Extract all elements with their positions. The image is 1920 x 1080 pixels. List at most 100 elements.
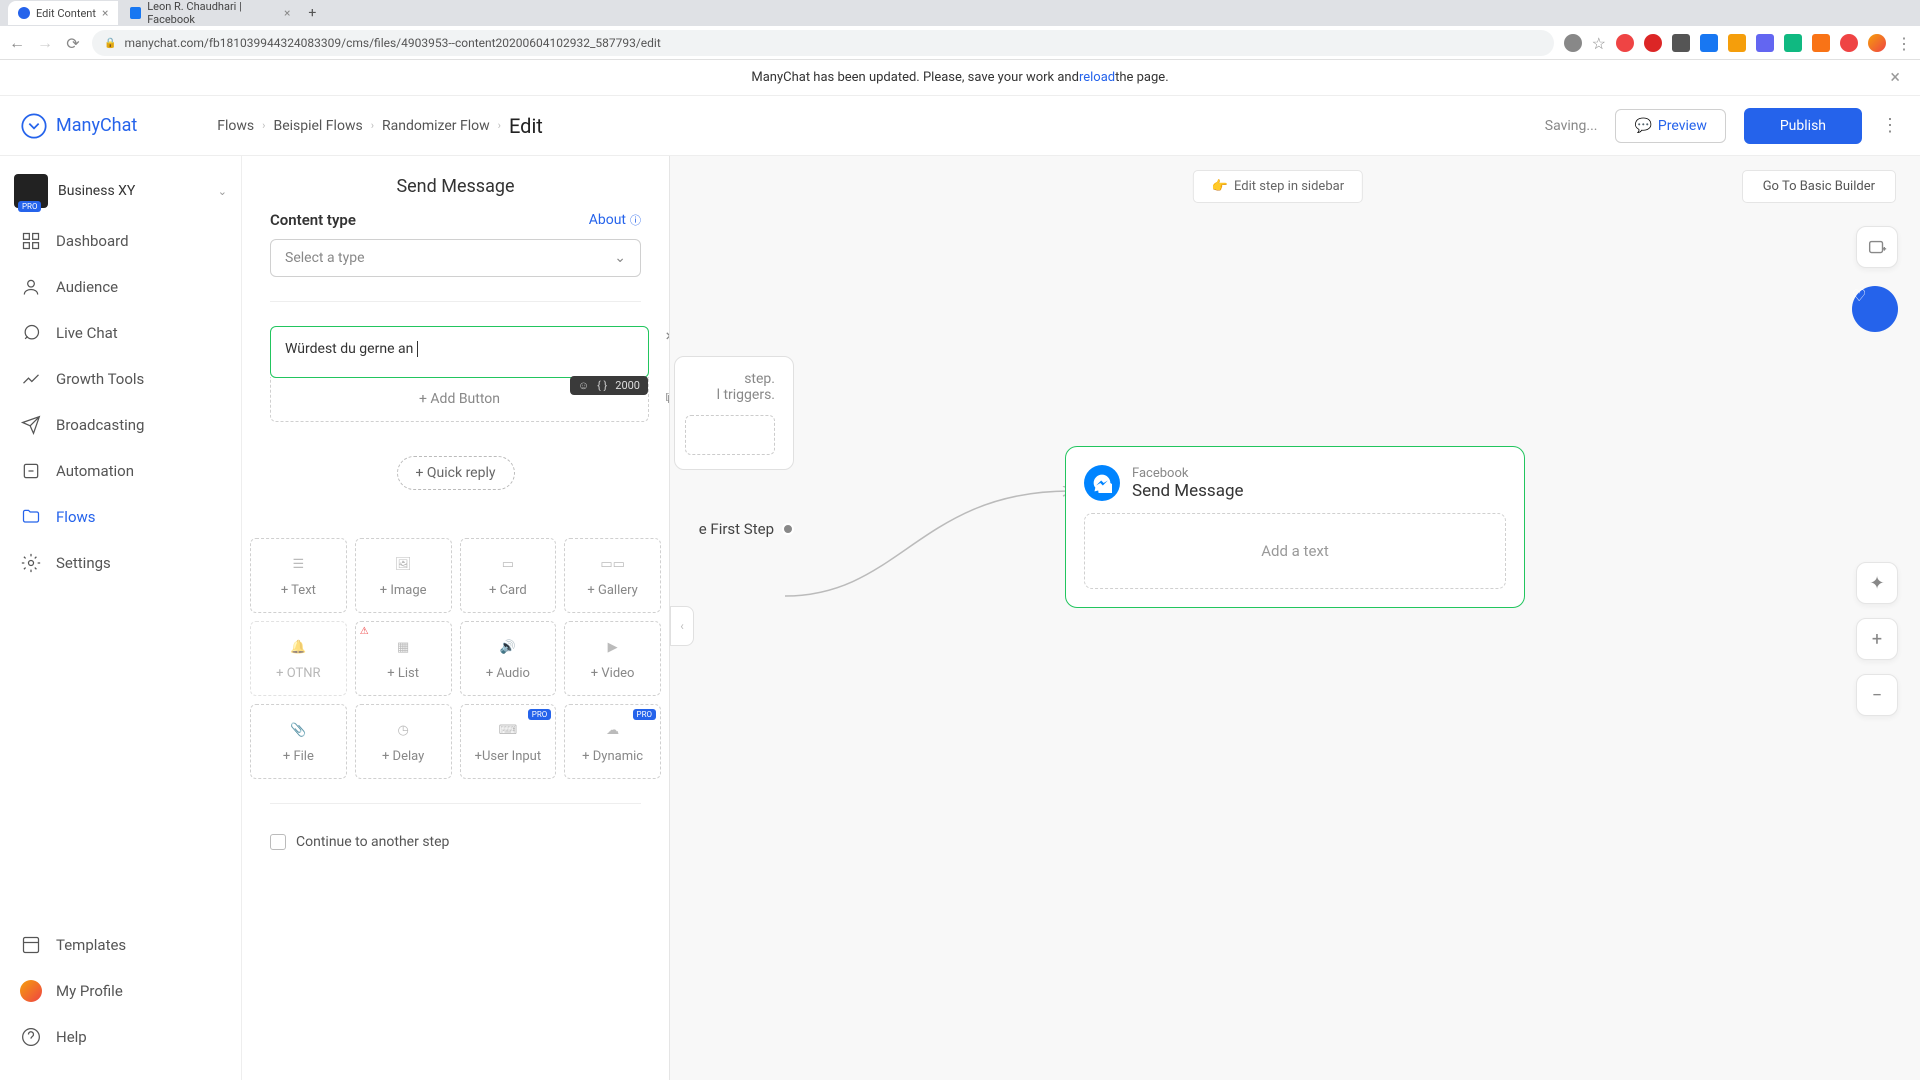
- node-text-placeholder[interactable]: Add a text: [1084, 513, 1506, 589]
- emoji-icon[interactable]: ☺: [578, 379, 589, 392]
- continue-checkbox[interactable]: [270, 834, 286, 850]
- sidebar-item-audience[interactable]: Audience: [0, 264, 241, 310]
- sidebar-item-dashboard[interactable]: Dashboard: [0, 218, 241, 264]
- nav-label: My Profile: [56, 982, 123, 1000]
- forward-button[interactable]: →: [36, 34, 54, 52]
- ext-icon[interactable]: [1784, 34, 1802, 52]
- canvas[interactable]: 👉 Edit step in sidebar Go To Basic Build…: [670, 156, 1920, 1080]
- close-icon[interactable]: ×: [1890, 67, 1900, 88]
- favorite-button[interactable]: ♡: [1852, 286, 1898, 332]
- resize-icon[interactable]: ⇕: [666, 357, 670, 376]
- content-type-select[interactable]: Select a type ⌄: [270, 239, 641, 277]
- back-button[interactable]: ←: [8, 34, 26, 52]
- breadcrumb-item[interactable]: Flows: [217, 118, 254, 134]
- message-icon: 💬: [1634, 118, 1651, 134]
- ext-icon[interactable]: [1812, 34, 1830, 52]
- chevron-right-icon: ›: [498, 119, 501, 132]
- ghost-line: step.: [681, 371, 775, 387]
- avatar-icon: [20, 980, 42, 1002]
- ext-icon[interactable]: [1616, 34, 1634, 52]
- chevron-down-icon: ⌄: [614, 250, 626, 266]
- account-switcher[interactable]: PRO Business XY ⌄: [0, 164, 241, 218]
- send-message-node[interactable]: Facebook Send Message Add a text: [1065, 446, 1525, 608]
- placeholder-text: Add a text: [1261, 542, 1329, 560]
- block-list[interactable]: ⚠▦+ List: [355, 621, 452, 696]
- start-node-partial[interactable]: step. l triggers. e First Step: [674, 356, 794, 538]
- go-basic-button[interactable]: Go To Basic Builder: [1742, 170, 1896, 203]
- zoom-out-button[interactable]: −: [1856, 674, 1898, 716]
- breadcrumb-item[interactable]: Randomizer Flow: [382, 118, 490, 134]
- breadcrumb-item[interactable]: Beispiel Flows: [273, 118, 362, 134]
- block-file[interactable]: 📎+ File: [250, 704, 347, 779]
- block-text[interactable]: ☰+ Text: [250, 538, 347, 613]
- block-gallery[interactable]: ▭▭+ Gallery: [564, 538, 661, 613]
- publish-button[interactable]: Publish: [1744, 108, 1862, 144]
- sidebar-item-templates[interactable]: Templates: [0, 922, 241, 968]
- variable-icon[interactable]: { }: [597, 379, 607, 392]
- sidebar-item-growth[interactable]: Growth Tools: [0, 356, 241, 402]
- sidebar-item-automation[interactable]: Automation: [0, 448, 241, 494]
- connector-line: [780, 486, 1080, 606]
- preview-button[interactable]: 💬 Preview: [1615, 109, 1725, 143]
- menu-icon[interactable]: ⋮: [1896, 34, 1912, 53]
- sidebar-item-livechat[interactable]: Live Chat: [0, 310, 241, 356]
- ext-icon[interactable]: [1728, 34, 1746, 52]
- more-button[interactable]: ⋮: [1880, 115, 1900, 136]
- ext-icon[interactable]: [1644, 34, 1662, 52]
- block-video[interactable]: ▶+ Video: [564, 621, 661, 696]
- block-dynamic[interactable]: PRO☁+ Dynamic: [564, 704, 661, 779]
- pro-badge: PRO: [528, 709, 551, 720]
- add-button-label: + Add Button: [419, 391, 500, 407]
- delete-icon[interactable]: ×: [666, 326, 670, 345]
- browser-tab-inactive[interactable]: Leon R. Chaudhari | Facebook ×: [120, 1, 300, 25]
- magic-button[interactable]: ✦: [1856, 562, 1898, 604]
- avatar-icon[interactable]: [1868, 34, 1886, 52]
- dashboard-icon: [20, 230, 42, 252]
- chevron-right-icon: ›: [262, 119, 265, 132]
- ext-icon[interactable]: [1672, 34, 1690, 52]
- brand-logo[interactable]: ManyChat: [20, 112, 137, 140]
- node-output-port[interactable]: [782, 523, 794, 535]
- block-userinput[interactable]: PRO⌨+User Input: [460, 704, 557, 779]
- tab-title: Leon R. Chaudhari | Facebook: [147, 0, 278, 26]
- text-icon: ☰: [284, 553, 312, 575]
- panel-collapse-button[interactable]: ‹: [670, 606, 694, 646]
- reload-button[interactable]: ⟳: [64, 34, 82, 52]
- add-node-button[interactable]: [1856, 226, 1898, 268]
- sidebar-item-help[interactable]: Help: [0, 1014, 241, 1060]
- sidebar-item-profile[interactable]: My Profile: [0, 968, 241, 1014]
- edit-sidebar-hint[interactable]: 👉 Edit step in sidebar: [1193, 170, 1363, 203]
- new-tab-button[interactable]: +: [302, 5, 322, 21]
- block-audio[interactable]: 🔊+ Audio: [460, 621, 557, 696]
- browser-tab-active[interactable]: Edit Content ×: [8, 1, 118, 25]
- message-text-input[interactable]: Würdest du gerne an: [271, 327, 648, 377]
- close-icon[interactable]: ×: [102, 6, 108, 20]
- zoom-in-button[interactable]: +: [1856, 618, 1898, 660]
- ext-icon[interactable]: [1756, 34, 1774, 52]
- close-icon[interactable]: ×: [284, 6, 290, 20]
- app-header: ManyChat Flows › Beispiel Flows › Random…: [0, 96, 1920, 156]
- block-image[interactable]: 🖼+ Image: [355, 538, 452, 613]
- duplicate-icon[interactable]: ⧉: [666, 388, 670, 408]
- block-otnr[interactable]: 🔔+ OTNR: [250, 621, 347, 696]
- about-link[interactable]: About ⓘ: [589, 212, 641, 228]
- hint-text: Edit step in sidebar: [1234, 179, 1344, 194]
- block-delay[interactable]: ◷+ Delay: [355, 704, 452, 779]
- address-bar[interactable]: 🔒 manychat.com/fb181039944324083309/cms/…: [92, 30, 1554, 56]
- ghost-line: l triggers.: [681, 387, 775, 403]
- user-icon: [20, 276, 42, 298]
- sidebar-item-settings[interactable]: Settings: [0, 540, 241, 586]
- ext-icon[interactable]: [1564, 34, 1582, 52]
- sidebar-item-flows[interactable]: Flows: [0, 494, 241, 540]
- star-icon[interactable]: ☆: [1592, 34, 1606, 53]
- text-message-block[interactable]: Würdest du gerne an ☺ { } 2000: [270, 326, 649, 378]
- continue-row[interactable]: Continue to another step: [242, 834, 669, 870]
- reload-link[interactable]: reload: [1079, 70, 1115, 85]
- ext-icon[interactable]: [1700, 34, 1718, 52]
- sidebar-item-broadcasting[interactable]: Broadcasting: [0, 402, 241, 448]
- cloud-icon: ☁: [599, 719, 627, 741]
- block-card[interactable]: ▭+ Card: [460, 538, 557, 613]
- quick-reply-button[interactable]: + Quick reply: [397, 456, 515, 490]
- block-grid: ☰+ Text 🖼+ Image ▭+ Card ▭▭+ Gallery 🔔+ …: [242, 538, 669, 779]
- ext-icon[interactable]: [1840, 34, 1858, 52]
